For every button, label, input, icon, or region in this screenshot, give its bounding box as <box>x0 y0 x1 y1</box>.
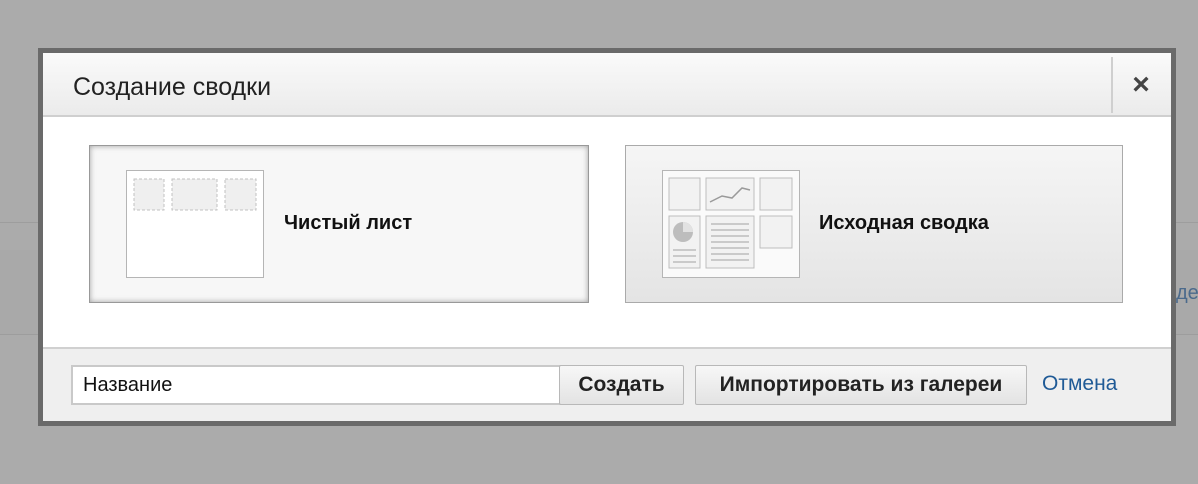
blank-dashboard-thumbnail-icon <box>126 170 264 278</box>
starter-dashboard-option[interactable]: Исходная сводка <box>625 145 1123 303</box>
close-icon: × <box>1132 68 1150 101</box>
cancel-link[interactable]: Отмена <box>1042 372 1117 396</box>
dashboard-name-input[interactable] <box>71 365 561 405</box>
close-button[interactable]: × <box>1111 57 1169 113</box>
starter-dashboard-label: Исходная сводка <box>819 212 989 234</box>
dialog-header: Создание сводки × <box>43 53 1171 117</box>
dialog-body: Создание сводки × Чистый лист Исходная с… <box>43 53 1171 421</box>
default-dashboard-thumbnail-icon <box>662 170 800 278</box>
create-button[interactable]: Создать <box>559 365 684 405</box>
blank-canvas-option[interactable]: Чистый лист <box>89 145 589 303</box>
background-link: де <box>1176 282 1198 304</box>
dialog-footer: Создать Импортировать из галереи Отмена <box>43 347 1171 421</box>
create-dashboard-dialog: Создание сводки × Чистый лист Исходная с… <box>38 48 1176 426</box>
blank-canvas-label: Чистый лист <box>284 212 413 234</box>
import-from-gallery-button[interactable]: Импортировать из галереи <box>695 365 1027 405</box>
dialog-title: Создание сводки <box>73 73 272 101</box>
